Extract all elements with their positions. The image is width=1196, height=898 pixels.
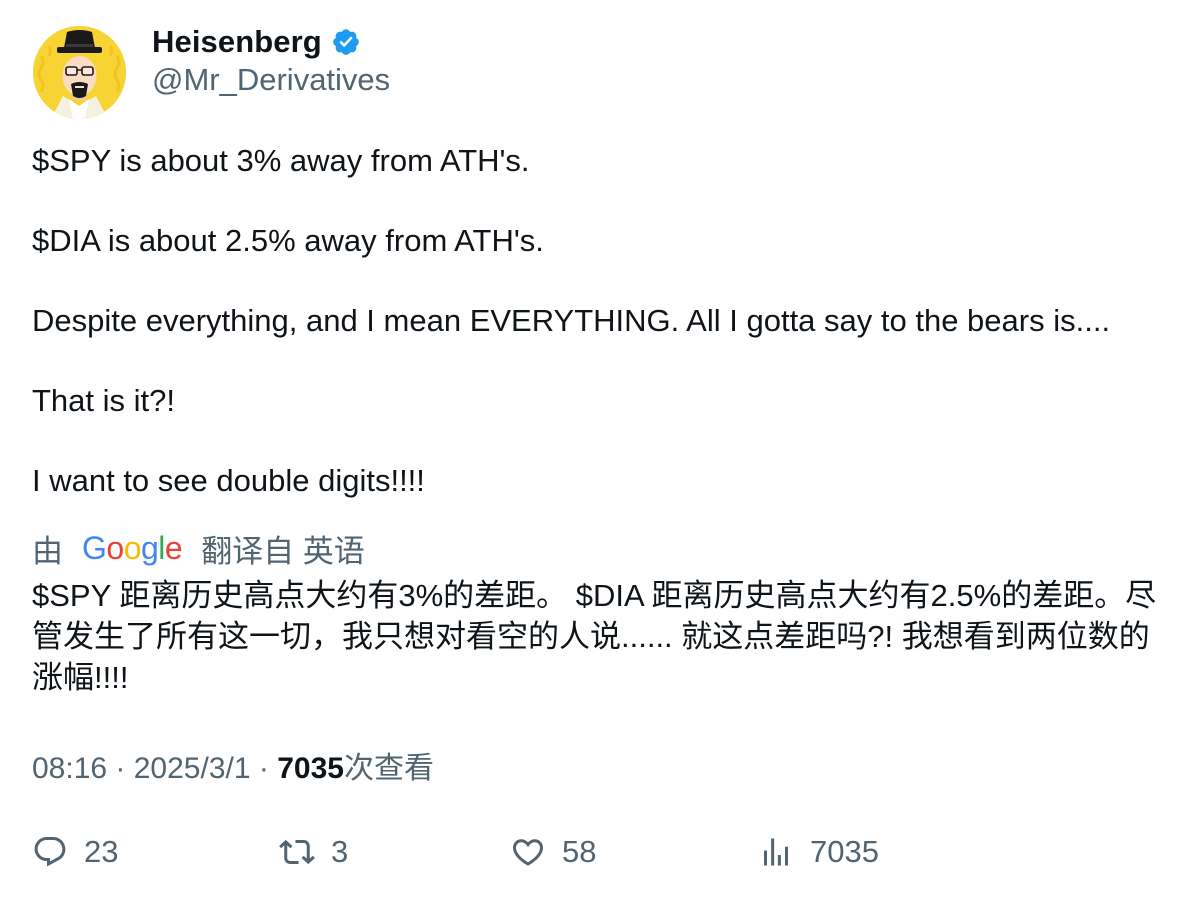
handle[interactable]: @Mr_Derivatives	[152, 62, 390, 98]
heart-icon	[510, 834, 546, 870]
tweet-date[interactable]: 2025/3/1	[134, 752, 251, 785]
views-count-action: 7035	[810, 834, 879, 869]
reply-button[interactable]: 23	[32, 826, 118, 878]
tweet: Heisenberg @Mr_Derivatives $SPY is about…	[0, 0, 1196, 898]
translation-attribution: 由 Google 翻译自 英语	[32, 526, 365, 570]
tweet-meta: 08:16 · 2025/3/1 · 7035次查看	[32, 743, 434, 787]
verified-badge-icon	[331, 27, 361, 57]
avatar[interactable]	[33, 26, 126, 119]
translation-suffix: 翻译自 英语	[201, 533, 365, 569]
views-button[interactable]: 7035	[758, 826, 879, 878]
meta-separator: ·	[115, 752, 134, 785]
tweet-paragraph: $SPY is about 3% away from ATH's.	[32, 143, 530, 178]
heisenberg-avatar-icon	[33, 26, 126, 119]
retweet-button[interactable]: 3	[279, 826, 348, 878]
views-count: 7035	[277, 752, 344, 785]
retweet-icon	[279, 834, 315, 870]
like-count: 58	[562, 834, 597, 869]
tweet-paragraph: $DIA is about 2.5% away from ATH's.	[32, 223, 544, 258]
google-logo[interactable]: Google	[82, 530, 183, 567]
views-icon	[758, 834, 794, 870]
like-button[interactable]: 58	[510, 826, 596, 878]
reply-icon	[32, 834, 68, 870]
tweet-paragraph: Despite everything, and I mean EVERYTHIN…	[32, 303, 1111, 338]
name-row: Heisenberg	[152, 22, 361, 62]
views-label: 次查看	[343, 752, 434, 785]
tweet-time[interactable]: 08:16	[32, 752, 107, 785]
tweet-paragraph: I want to see double digits!!!!	[32, 463, 425, 498]
action-bar: 23 3 58 7035	[0, 826, 1196, 878]
tweet-paragraph: That is it?!	[32, 383, 175, 418]
reply-count: 23	[84, 834, 119, 869]
retweet-count: 3	[331, 834, 349, 869]
translation-prefix: 由	[32, 533, 63, 569]
translated-text: $SPY 距离历史高点大约有3%的差距。 $DIA 距离历史高点大约有2.5%的…	[32, 578, 1157, 695]
display-name[interactable]: Heisenberg	[152, 24, 322, 60]
meta-separator: ·	[258, 752, 278, 785]
tweet-text: $SPY is about 3% away from ATH's. $DIA i…	[32, 141, 1172, 501]
